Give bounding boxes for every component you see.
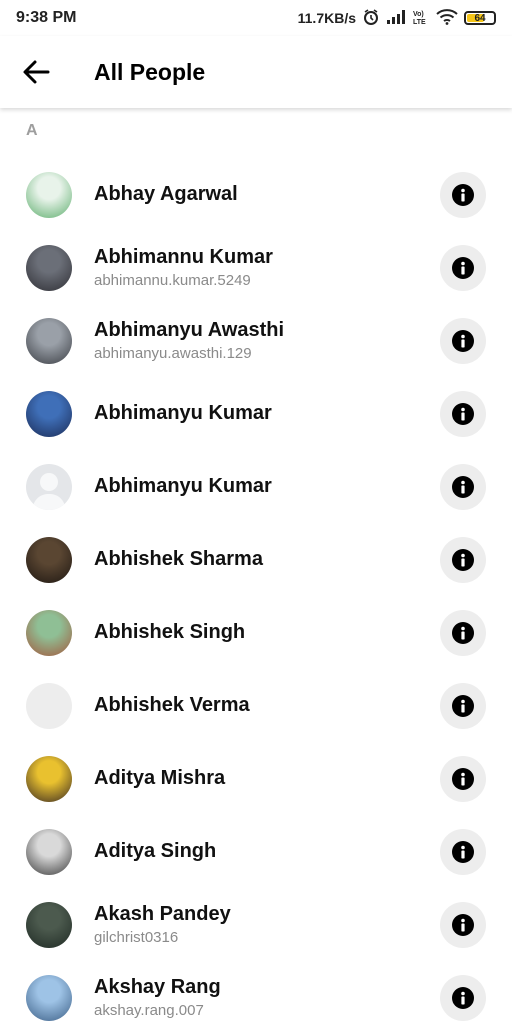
info-icon [452,548,474,571]
avatar[interactable] [26,974,72,1021]
person-row[interactable]: Akshay Rang akshay.rang.007 [0,961,512,1024]
person-name: Akash Pandey [94,903,231,925]
network-speed: 11.7KB/s [297,10,356,26]
avatar[interactable] [26,536,72,583]
person-name: Abhimanyu Kumar [94,402,272,424]
status-time: 9:38 PM [16,9,77,26]
info-icon [452,840,474,863]
info-icon [452,767,474,790]
avatar[interactable] [26,171,72,218]
avatar[interactable] [26,390,72,437]
person-username: abhimanyu.awasthi.129 [94,345,252,362]
person-name: Akshay Rang [94,976,221,998]
person-row[interactable]: Abhishek Singh [0,596,512,669]
info-button[interactable] [440,536,486,583]
info-icon [452,256,474,279]
info-button[interactable] [440,609,486,656]
info-button[interactable] [440,901,486,948]
person-text: Abhishek Sharma [94,548,263,571]
person-row[interactable]: Abhimannu Kumar abhimannu.kumar.5249 [0,231,512,304]
info-button[interactable] [440,171,486,218]
info-icon [452,913,474,936]
person-name: Abhimannu Kumar [94,246,273,268]
info-button[interactable] [440,974,486,1021]
info-icon [452,402,474,425]
person-text: Abhimannu Kumar abhimannu.kumar.5249 [94,246,273,289]
avatar[interactable] [26,317,72,364]
person-row[interactable]: Aditya Singh [0,815,512,888]
person-row[interactable]: Aditya Mishra [0,742,512,815]
info-button[interactable] [440,828,486,875]
info-button[interactable] [440,244,486,291]
info-icon [452,986,474,1009]
person-row[interactable]: Akash Pandey gilchrist0316 [0,888,512,961]
section-letter: A [26,122,38,139]
person-row[interactable]: Abhimanyu Kumar [0,377,512,450]
info-icon [452,475,474,498]
person-name: Aditya Singh [94,840,217,862]
svg-text:Vo): Vo) [413,11,424,18]
avatar-placeholder[interactable] [26,463,72,510]
info-button[interactable] [440,317,486,364]
svg-text:LTE: LTE [413,19,426,26]
person-row[interactable]: Abhimanyu Kumar [0,450,512,523]
back-arrow-icon [23,60,50,84]
alarm-icon [362,8,380,29]
person-name: Abhimanyu Kumar [94,475,272,497]
status-indicators: 11.7KB/s Vo) LTE 64 [298,8,496,29]
person-text: Abhimanyu Kumar [94,402,272,425]
person-text: Abhimanyu Kumar [94,475,272,498]
person-row[interactable]: Abhay Agarwal [0,158,512,231]
person-text: Abhishek Singh [94,621,245,644]
avatar[interactable] [26,609,72,656]
info-button[interactable] [440,463,486,510]
person-text: Aditya Mishra [94,767,225,790]
page-title: All People [94,58,206,85]
info-icon [452,329,474,352]
signal-icon [386,9,406,28]
volte-icon: Vo) LTE [412,8,430,29]
person-name: Abhimanyu Awasthi [94,319,285,341]
app-bar: All People [0,36,512,108]
info-icon [452,621,474,644]
person-name: Abhishek Sharma [94,548,263,570]
person-username: abhimannu.kumar.5249 [94,272,251,289]
wifi-icon [436,8,458,28]
person-name: Aditya Mishra [94,767,226,789]
info-icon [452,694,474,717]
person-text: Akshay Rang akshay.rang.007 [94,976,221,1019]
person-name: Abhay Agarwal [94,183,238,205]
back-button[interactable] [12,48,60,96]
person-username: akshay.rang.007 [94,1002,204,1019]
info-icon [452,183,474,206]
person-row[interactable]: Abhimanyu Awasthi abhimanyu.awasthi.129 [0,304,512,377]
person-text: Abhimanyu Awasthi abhimanyu.awasthi.129 [94,319,284,362]
person-name: Abhishek Singh [94,621,246,643]
avatar[interactable] [26,828,72,875]
avatar[interactable] [26,682,72,729]
avatar[interactable] [26,755,72,802]
avatar[interactable] [26,244,72,291]
info-button[interactable] [440,755,486,802]
person-text: Abhay Agarwal [94,183,238,206]
person-text: Aditya Singh [94,840,216,863]
avatar[interactable] [26,901,72,948]
info-button[interactable] [440,390,486,437]
person-row[interactable]: Abhishek Verma [0,669,512,742]
person-text: Akash Pandey gilchrist0316 [94,903,231,946]
person-text: Abhishek Verma [94,694,250,717]
person-row[interactable]: Abhishek Sharma [0,523,512,596]
person-username: gilchrist0316 [94,929,179,946]
battery-percent: 64 [474,12,486,24]
person-name: Abhishek Verma [94,694,250,716]
people-list: Abhay Agarwal Abhimannu Kumar abhimannu.… [0,158,512,1024]
info-button[interactable] [440,682,486,729]
status-bar: 9:38 PM 11.7KB/s Vo) LTE 64 [0,0,512,36]
battery-icon: 64 [464,11,496,25]
